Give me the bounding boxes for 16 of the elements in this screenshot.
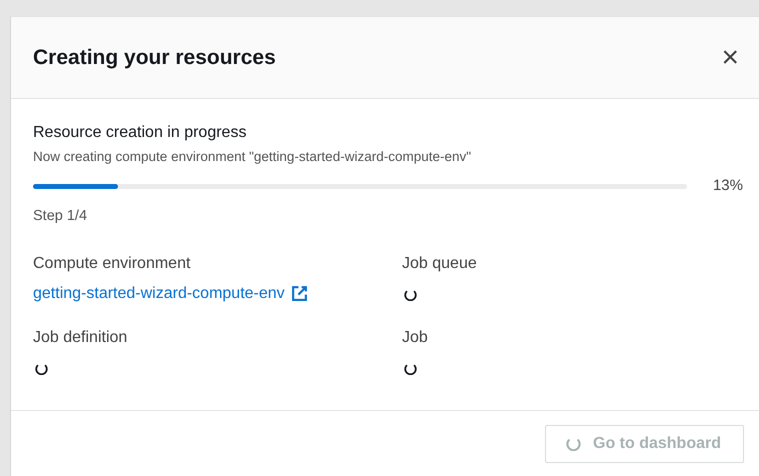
modal-title: Creating your resources <box>33 44 276 70</box>
progress-label: Resource creation in progress <box>33 123 248 143</box>
resource-link[interactable]: getting-started-wizard-compute-env <box>33 282 308 306</box>
resource-label: Job <box>402 328 429 348</box>
step-counter: Step 1/4 <box>33 206 88 226</box>
loading-spinner-icon <box>35 362 48 374</box>
resource-label: Job definition <box>33 328 128 348</box>
resource-label: Compute environment <box>33 254 192 274</box>
progress-description: Now creating compute environment "getting-started-wizard-compute-env" <box>33 148 472 166</box>
loading-spinner-icon <box>566 436 581 451</box>
loading-spinner-icon <box>404 288 417 300</box>
close-button[interactable]: × <box>717 42 743 72</box>
loading-spinner-icon <box>404 362 417 374</box>
resource-label: Job queue <box>402 254 478 274</box>
progress-percentage: 13% <box>712 176 743 196</box>
external-link-icon <box>290 285 308 302</box>
